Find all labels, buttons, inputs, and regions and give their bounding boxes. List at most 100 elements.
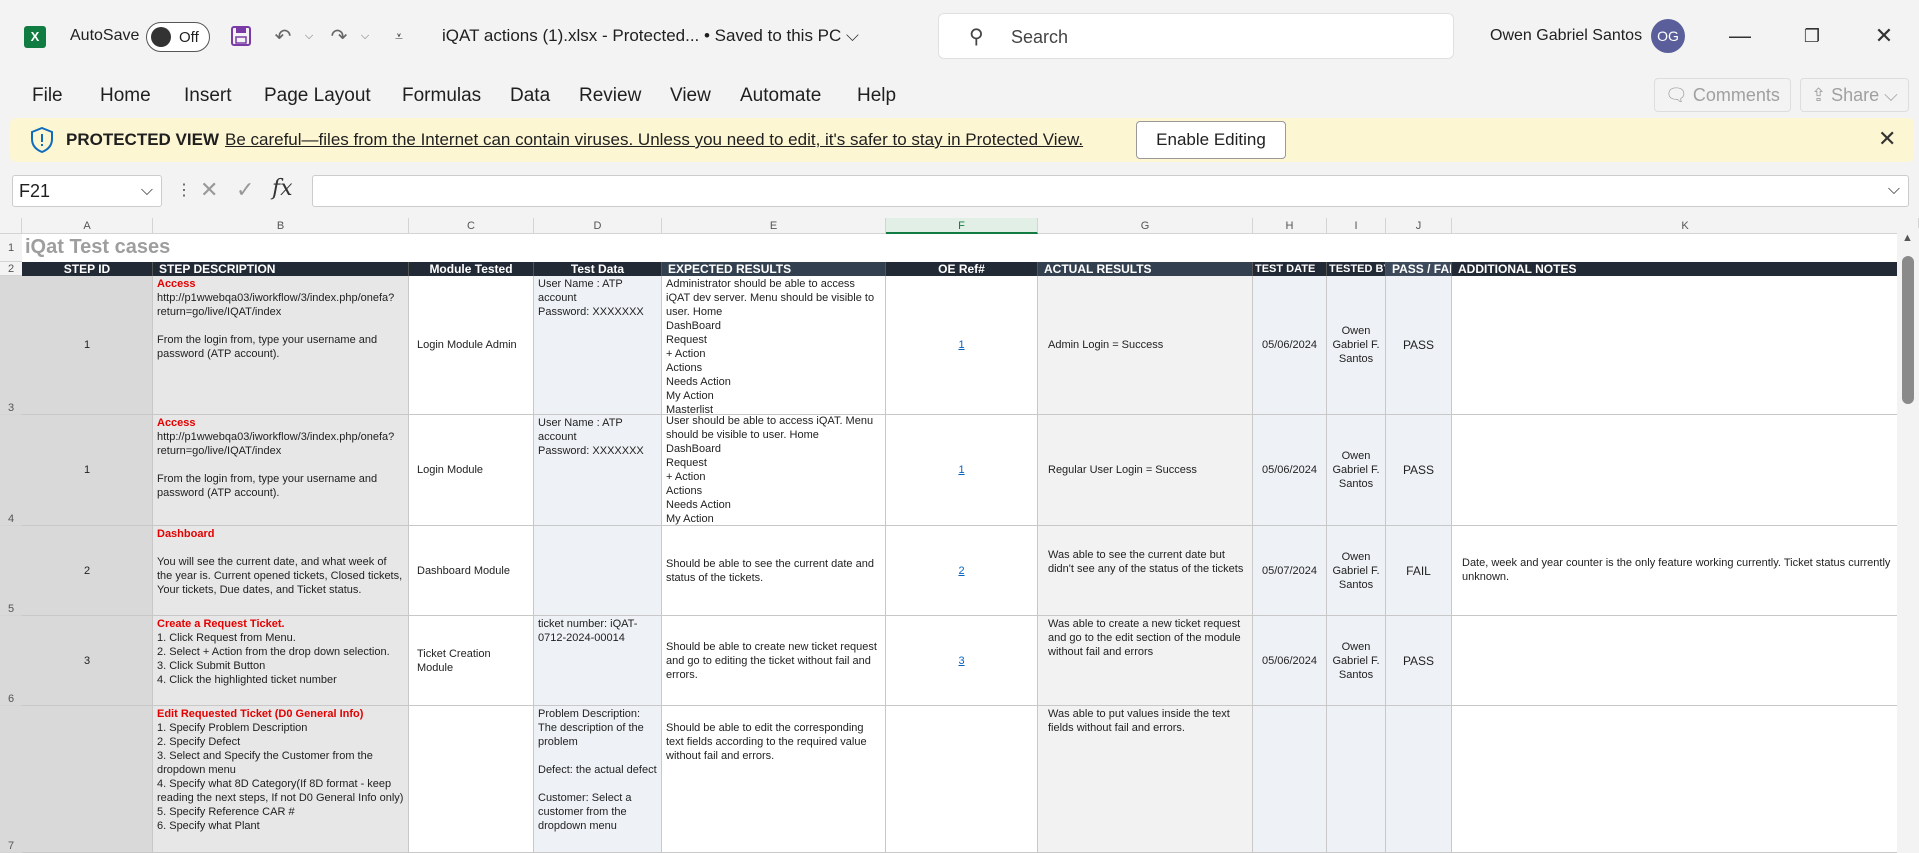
minimize-icon[interactable]: — xyxy=(1720,18,1760,54)
header-cell-4[interactable]: EXPECTED RESULTS xyxy=(662,262,886,276)
cell-r6-d[interactable]: ticket number: iQAT-0712-2024-00014 xyxy=(534,616,662,706)
tab-insert[interactable]: Insert xyxy=(184,85,232,107)
undo-dropdown-icon[interactable]: ⌵ xyxy=(296,22,322,50)
cell-r5-i[interactable]: Owen Gabriel F. Santos xyxy=(1327,526,1386,616)
cell-r4-j[interactable]: PASS xyxy=(1386,415,1452,526)
chevron-down-icon[interactable]: ⌵ xyxy=(141,176,153,206)
tab-automate[interactable]: Automate xyxy=(740,85,821,107)
cell-r7-h[interactable] xyxy=(1253,706,1327,853)
cell-r4-h[interactable]: 05/06/2024 xyxy=(1253,415,1327,526)
scrollbar-thumb[interactable] xyxy=(1902,256,1914,404)
header-cell-8[interactable]: TESTED BY xyxy=(1327,262,1386,276)
cell-r4-b[interactable]: Access http://p1wwebqa03/iworkflow/3/inde… xyxy=(153,415,409,526)
cell-r5-c[interactable]: Dashboard Module xyxy=(409,526,534,616)
cell-r6-k[interactable] xyxy=(1452,616,1919,706)
row-header-6[interactable]: 6 xyxy=(0,616,22,706)
column-header-d[interactable]: D xyxy=(534,218,662,234)
column-header-a[interactable]: A xyxy=(22,218,153,234)
worksheet-grid[interactable]: ABCDEFGHIJK 1234567 iQat Test cases STEP… xyxy=(0,218,1919,853)
cell-r7-b[interactable]: Edit Requested Ticket (D0 General Info) 1… xyxy=(153,706,409,853)
cell-r3-c[interactable]: Login Module Admin xyxy=(409,276,534,415)
cell-r3-h[interactable]: 05/06/2024 xyxy=(1253,276,1327,415)
cell-r5-d[interactable] xyxy=(534,526,662,616)
cell-r3-j[interactable]: PASS xyxy=(1386,276,1452,415)
row-header-2[interactable]: 2 xyxy=(0,262,22,276)
expand-formula-icon[interactable]: ⌵ xyxy=(1888,181,1900,199)
tab-file[interactable]: File xyxy=(32,85,63,107)
cell-r6-i[interactable]: Owen Gabriel F. Santos xyxy=(1327,616,1386,706)
search-box[interactable]: ⚲ Search xyxy=(938,13,1454,59)
close-icon[interactable]: ✕ xyxy=(1864,18,1904,54)
undo-icon[interactable]: ↶ xyxy=(270,22,296,50)
header-cell-9[interactable]: PASS / FAIL xyxy=(1386,262,1452,276)
tab-page-layout[interactable]: Page Layout xyxy=(264,85,371,107)
cancel-icon[interactable]: ✕ xyxy=(200,177,218,203)
header-cell-7[interactable]: TEST DATE xyxy=(1253,262,1327,276)
cell-r4-c[interactable]: Login Module xyxy=(409,415,534,526)
scroll-up-icon[interactable]: ▲ xyxy=(1902,232,1913,244)
sheet-title[interactable]: iQat Test cases xyxy=(25,236,170,259)
column-header-i[interactable]: I xyxy=(1327,218,1386,234)
cell-r6-b[interactable]: Create a Request Ticket. 1. Click Request… xyxy=(153,616,409,706)
header-cell-5[interactable]: OE Ref# xyxy=(886,262,1038,276)
restore-icon[interactable]: ❐ xyxy=(1792,18,1832,54)
cell-r4-f[interactable]: 1 xyxy=(886,415,1038,526)
cell-r4-g[interactable]: Regular User Login = Success xyxy=(1038,415,1253,526)
oe-ref-link[interactable]: 2 xyxy=(958,564,964,578)
cell-r6-h[interactable]: 05/06/2024 xyxy=(1253,616,1327,706)
column-header-b[interactable]: B xyxy=(153,218,409,234)
cell-r3-k[interactable] xyxy=(1452,276,1919,415)
enable-editing-button[interactable]: Enable Editing xyxy=(1136,121,1286,159)
cell-r5-j[interactable]: FAIL xyxy=(1386,526,1452,616)
cell-r7-i[interactable] xyxy=(1327,706,1386,853)
row-header-7[interactable]: 7 xyxy=(0,706,22,853)
vertical-scrollbar[interactable]: ▲ xyxy=(1897,228,1919,853)
cell-r6-g[interactable]: Was able to create a new ticket request … xyxy=(1038,616,1253,706)
cell-r7-a[interactable] xyxy=(22,706,153,853)
cell-r6-a[interactable]: 3 xyxy=(22,616,153,706)
comments-button[interactable]: 🗨 Comments xyxy=(1654,78,1791,112)
cell-r5-g[interactable]: Was able to see the current date but did… xyxy=(1038,526,1253,616)
cell-r7-j[interactable] xyxy=(1386,706,1452,853)
document-title[interactable]: iQAT actions (1).xlsx - Protected... • S… xyxy=(442,26,859,46)
save-icon[interactable] xyxy=(228,22,254,50)
cell-r3-f[interactable]: 1 xyxy=(886,276,1038,415)
autosave-toggle[interactable]: Off xyxy=(146,22,210,52)
row-header-1[interactable]: 1 xyxy=(0,234,22,262)
cell-r7-c[interactable] xyxy=(409,706,534,853)
protected-view-message[interactable]: Be careful—files from the Internet can c… xyxy=(225,130,1083,150)
cell-r7-f[interactable] xyxy=(886,706,1038,853)
cell-r5-f[interactable]: 2 xyxy=(886,526,1038,616)
cell-r7-g[interactable]: Was able to put values inside the text f… xyxy=(1038,706,1253,853)
cell-r7-e[interactable]: Should be able to edit the corresponding… xyxy=(662,706,886,853)
column-header-f[interactable]: F xyxy=(886,218,1038,234)
avatar[interactable]: OG xyxy=(1651,19,1685,53)
cell-r4-a[interactable]: 1 xyxy=(22,415,153,526)
insert-function-icon[interactable]: fx xyxy=(272,176,293,201)
header-cell-10[interactable]: ADDITIONAL NOTES xyxy=(1452,262,1919,276)
tab-review[interactable]: Review xyxy=(579,85,641,107)
cell-r3-i[interactable]: Owen Gabriel F. Santos xyxy=(1327,276,1386,415)
close-icon[interactable]: ✕ xyxy=(1878,126,1896,152)
cell-r3-d[interactable]: User Name : ATP account Password: XXXXXX… xyxy=(534,276,662,415)
select-all-corner[interactable] xyxy=(0,218,22,234)
cell-r4-d[interactable]: User Name : ATP account Password: XXXXXX… xyxy=(534,415,662,526)
cell-r6-j[interactable]: PASS xyxy=(1386,616,1452,706)
oe-ref-link[interactable]: 1 xyxy=(958,338,964,352)
column-header-h[interactable]: H xyxy=(1253,218,1327,234)
cell-r6-e[interactable]: Should be able to create new ticket requ… xyxy=(662,616,886,706)
user-name[interactable]: Owen Gabriel Santos xyxy=(1490,27,1642,45)
cell-r5-k[interactable]: Date, week and year counter is the only … xyxy=(1452,526,1919,616)
name-box[interactable]: F21 ⌵ xyxy=(12,175,162,207)
row-header-4[interactable]: 4 xyxy=(0,415,22,526)
cell-r4-i[interactable]: Owen Gabriel F. Santos xyxy=(1327,415,1386,526)
column-header-c[interactable]: C xyxy=(409,218,534,234)
row-header-5[interactable]: 5 xyxy=(0,526,22,616)
cell-r7-k[interactable] xyxy=(1452,706,1919,853)
cell-r5-b[interactable]: Dashboard You will see the current date,… xyxy=(153,526,409,616)
column-header-k[interactable]: K xyxy=(1452,218,1919,234)
cell-r3-e[interactable]: Administrator should be able to access i… xyxy=(662,276,886,415)
cell-r6-f[interactable]: 3 xyxy=(886,616,1038,706)
cell-r6-c[interactable]: Ticket Creation Module xyxy=(409,616,534,706)
header-cell-2[interactable]: Module Tested xyxy=(409,262,534,276)
